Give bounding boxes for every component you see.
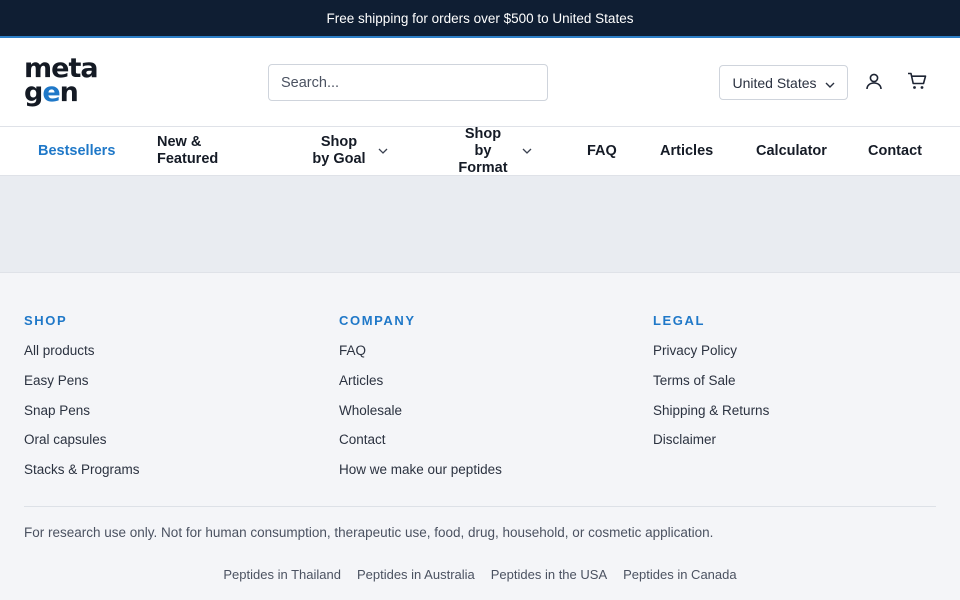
chevron-down-icon [522,148,532,154]
footer-link[interactable]: Disclaimer [653,431,769,461]
nav-item-faq[interactable]: FAQ [587,127,617,175]
cart-icon [907,72,927,95]
footer-link[interactable]: Privacy Policy [653,342,769,372]
footer-heading-shop: SHOP [24,313,68,328]
user-icon [865,72,883,95]
logo-line-2: gen [24,77,79,108]
main-nav: Bestsellers New & Featured Shop by Goal … [0,126,960,176]
research-disclaimer: For research use only. Not for human con… [24,525,714,540]
content-placeholder [0,176,960,273]
footer-link[interactable]: Articles [339,372,502,402]
nav-item-calculator[interactable]: Calculator [756,127,827,175]
footer-heading-legal: LEGAL [653,313,706,328]
chevron-down-icon [378,148,388,154]
footer-link[interactable]: Terms of Sale [653,372,769,402]
cart-button[interactable] [906,72,928,94]
footer-heading-company: COMPANY [339,313,416,328]
announcement-bar: Free shipping for orders over $500 to Un… [0,0,960,38]
search-input[interactable] [268,64,548,101]
region-links: Peptides in Thailand Peptides in Austral… [0,567,960,582]
footer-link[interactable]: Shipping & Returns [653,402,769,432]
account-button[interactable] [863,72,885,94]
nav-item-articles[interactable]: Articles [660,127,713,175]
logo[interactable]: meta gen [24,55,99,108]
footer-link[interactable]: Oral capsules [24,431,140,461]
nav-item-shop-by-goal[interactable]: Shop by Goal [312,127,388,175]
chevron-down-icon [825,75,835,91]
footer-link[interactable]: Wholesale [339,402,502,432]
footer-column-shop: SHOP All products Easy Pens Snap Pens Or… [24,313,140,491]
country-selector[interactable]: United States [719,65,848,100]
nav-item-bestsellers[interactable]: Bestsellers [38,127,115,175]
footer-link[interactable]: FAQ [339,342,502,372]
nav-item-contact[interactable]: Contact [868,127,922,175]
footer-link[interactable]: Snap Pens [24,402,140,432]
footer-link[interactable]: Contact [339,431,502,461]
nav-item-shop-by-format[interactable]: Shop by Format [456,126,532,176]
nav-item-new-featured[interactable]: New & Featured [157,127,237,175]
region-link[interactable]: Peptides in Canada [623,567,736,582]
footer-link[interactable]: Easy Pens [24,372,140,402]
footer-column-legal: LEGAL Privacy Policy Terms of Sale Shipp… [653,313,769,461]
site-header: meta gen United States [0,38,960,127]
announcement-text: Free shipping for orders over $500 to Un… [326,10,634,26]
region-link[interactable]: Peptides in Thailand [223,567,341,582]
footer-link[interactable]: How we make our peptides [339,461,502,491]
site-footer: SHOP All products Easy Pens Snap Pens Or… [0,273,960,599]
footer-divider [24,506,936,507]
country-label: United States [732,74,817,91]
footer-link[interactable]: Stacks & Programs [24,461,140,491]
region-link[interactable]: Peptides in the USA [491,567,607,582]
footer-column-company: COMPANY FAQ Articles Wholesale Contact H… [339,313,502,491]
region-link[interactable]: Peptides in Australia [357,567,475,582]
footer-link[interactable]: All products [24,342,140,372]
